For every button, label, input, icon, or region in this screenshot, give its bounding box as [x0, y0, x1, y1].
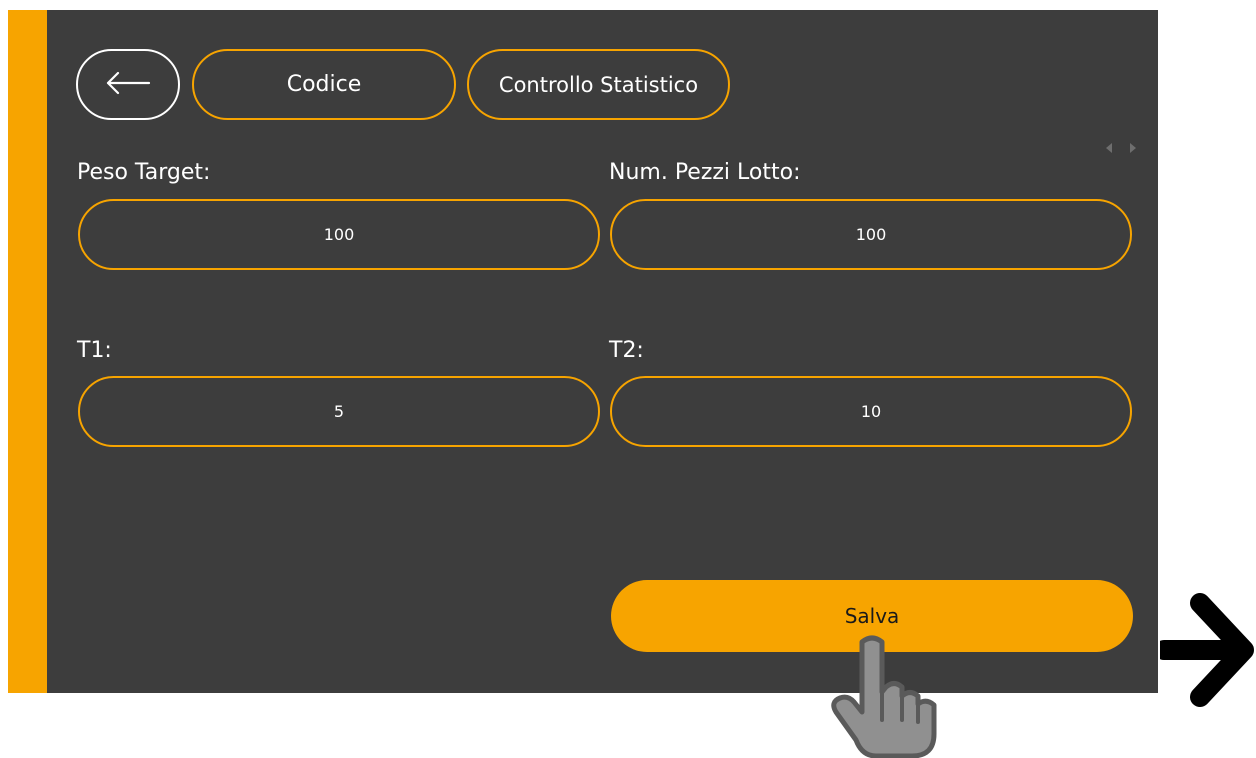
statistical-control-button-label: Controllo Statistico	[498, 72, 699, 97]
peso-target-input[interactable]	[78, 199, 600, 270]
peso-target-label: Peso Target:	[77, 160, 211, 185]
accent-bar	[8, 10, 47, 693]
statistical-control-button[interactable]: Controllo Statistico	[467, 49, 730, 120]
pager-arrows[interactable]	[1102, 140, 1142, 154]
save-button-label: Salva	[844, 604, 900, 628]
num-pezzi-lotto-input[interactable]	[610, 199, 1132, 270]
t1-input[interactable]	[78, 376, 600, 447]
t2-input[interactable]	[610, 376, 1132, 447]
arrow-left-icon	[105, 71, 151, 99]
code-button-label: Codice	[286, 72, 362, 97]
back-button[interactable]	[76, 49, 180, 120]
arrow-right-icon	[1154, 585, 1254, 719]
hand-pointer-icon	[822, 632, 947, 758]
t1-label: T1:	[77, 338, 112, 363]
num-pezzi-lotto-label: Num. Pezzi Lotto:	[609, 160, 801, 185]
t2-label: T2:	[609, 338, 644, 363]
code-button[interactable]: Codice	[192, 49, 456, 120]
settings-panel: Codice Controllo Statistico Peso Target:…	[8, 10, 1158, 693]
